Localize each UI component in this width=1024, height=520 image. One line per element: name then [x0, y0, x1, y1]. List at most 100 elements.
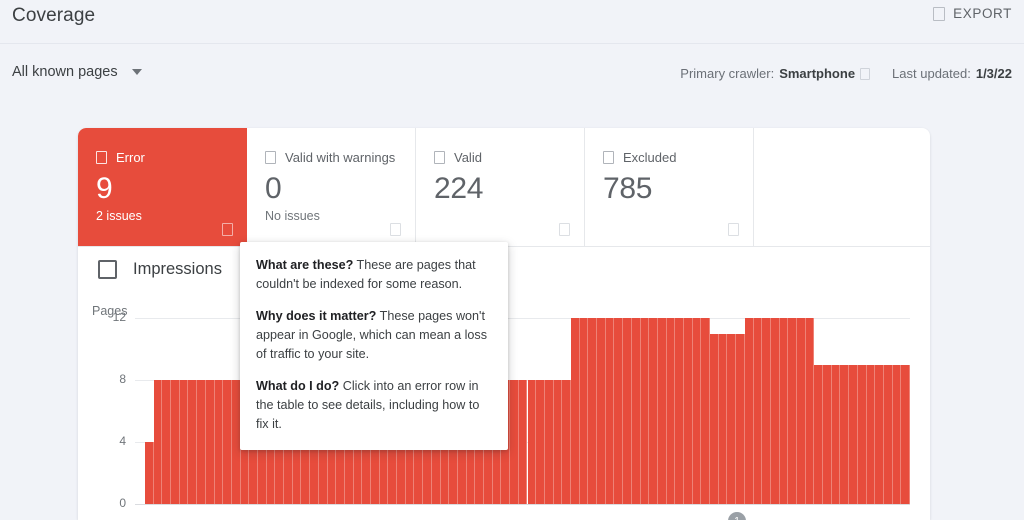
bar[interactable]: [710, 334, 719, 505]
chart-header: Impressions: [98, 260, 222, 279]
bar[interactable]: [858, 365, 867, 505]
report-meta: Primary crawler: Smartphone Last updated…: [680, 66, 1012, 81]
coverage-report-page: Coverage EXPORT All known pages Primary …: [0, 0, 1024, 520]
bar[interactable]: [840, 365, 849, 505]
status-card-corner-icon: [728, 223, 739, 236]
primary-crawler-label: Primary crawler:: [680, 66, 774, 81]
status-card-sub: No issues: [265, 209, 415, 223]
bar[interactable]: [510, 380, 519, 504]
bar[interactable]: [754, 318, 763, 504]
bar[interactable]: [823, 365, 832, 505]
bar[interactable]: [528, 380, 537, 504]
bar[interactable]: [562, 380, 571, 504]
annotation-badge[interactable]: 1: [728, 512, 746, 520]
primary-crawler: Primary crawler: Smartphone: [680, 66, 870, 81]
bar[interactable]: [649, 318, 658, 504]
bar[interactable]: [736, 334, 745, 505]
bar[interactable]: [519, 380, 528, 504]
y-tick-label: 0: [98, 496, 126, 510]
status-card-head: Valid: [434, 150, 584, 165]
chart-title: Impressions: [133, 260, 222, 279]
bar[interactable]: [545, 380, 554, 504]
tooltip-question: What are these?: [256, 258, 353, 272]
page-header: Coverage EXPORT: [0, 0, 1024, 44]
bar[interactable]: [771, 318, 780, 504]
bar[interactable]: [188, 380, 197, 504]
bar[interactable]: [580, 318, 589, 504]
bar[interactable]: [215, 380, 224, 504]
bar[interactable]: [867, 365, 876, 505]
bar[interactable]: [832, 365, 841, 505]
bar[interactable]: [658, 318, 667, 504]
primary-crawler-value: Smartphone: [779, 66, 855, 81]
tooltip-paragraph: Why does it matter? These pages won't ap…: [256, 307, 492, 364]
export-button[interactable]: EXPORT: [933, 6, 1012, 21]
y-tick-label: 4: [98, 434, 126, 448]
filter-bar: All known pages Primary crawler: Smartph…: [0, 44, 1024, 106]
y-tick-label: 8: [98, 372, 126, 386]
info-icon[interactable]: [860, 68, 870, 80]
bar[interactable]: [597, 318, 606, 504]
status-card-head: Error: [96, 150, 247, 165]
status-card-head: Excluded: [603, 150, 753, 165]
status-card-corner-icon: [222, 223, 233, 236]
status-card-label: Valid: [454, 150, 482, 165]
bar[interactable]: [701, 318, 710, 504]
status-card-error[interactable]: Error92 issues: [78, 128, 247, 246]
bar[interactable]: [641, 318, 650, 504]
bar[interactable]: [693, 318, 702, 504]
bar[interactable]: [684, 318, 693, 504]
check-icon: [434, 151, 445, 164]
export-icon: [933, 7, 945, 21]
tooltip-question: What do I do?: [256, 379, 339, 393]
bar[interactable]: [780, 318, 789, 504]
bar[interactable]: [901, 365, 910, 505]
bar[interactable]: [588, 318, 597, 504]
pages-filter-dropdown[interactable]: All known pages: [12, 64, 142, 80]
bar[interactable]: [875, 365, 884, 505]
status-card-row: Error92 issuesValid with warnings0No iss…: [78, 128, 755, 246]
bar[interactable]: [614, 318, 623, 504]
tooltip-paragraph: What are these? These are pages that cou…: [256, 256, 492, 294]
bar[interactable]: [719, 334, 728, 505]
excluded-icon: [603, 151, 614, 164]
bar[interactable]: [154, 380, 163, 504]
bar[interactable]: [814, 365, 823, 505]
bar[interactable]: [893, 365, 902, 505]
bar[interactable]: [145, 442, 154, 504]
bar[interactable]: [206, 380, 215, 504]
bar[interactable]: [849, 365, 858, 505]
checkbox-unchecked-icon[interactable]: [98, 260, 117, 279]
status-card-label: Valid with warnings: [285, 150, 395, 165]
bar[interactable]: [197, 380, 206, 504]
bar[interactable]: [797, 318, 806, 504]
tooltip-question: Why does it matter?: [256, 309, 376, 323]
bar[interactable]: [554, 380, 563, 504]
bar[interactable]: [727, 334, 736, 505]
warning-icon: [265, 151, 276, 164]
bar[interactable]: [788, 318, 797, 504]
bar[interactable]: [675, 318, 684, 504]
bar[interactable]: [162, 380, 171, 504]
bar[interactable]: [806, 318, 815, 504]
bar[interactable]: [180, 380, 189, 504]
bar[interactable]: [632, 318, 641, 504]
status-card-valid[interactable]: Valid224: [416, 128, 585, 246]
bar[interactable]: [171, 380, 180, 504]
status-card-sub: 2 issues: [96, 209, 247, 223]
export-button-label: EXPORT: [953, 6, 1012, 21]
tooltip-paragraph: What do I do? Click into an error row in…: [256, 377, 492, 434]
bar[interactable]: [571, 318, 580, 504]
status-card-excluded[interactable]: Excluded 785: [585, 128, 754, 246]
bar[interactable]: [536, 380, 545, 504]
status-card-label: Error: [116, 150, 145, 165]
status-card-valid-with-warnings[interactable]: Valid with warnings0No issues: [247, 128, 416, 246]
bar[interactable]: [762, 318, 771, 504]
bar[interactable]: [667, 318, 676, 504]
status-card-value: 785: [603, 171, 753, 207]
bar[interactable]: [884, 365, 893, 505]
bar[interactable]: [745, 318, 754, 504]
bar[interactable]: [606, 318, 615, 504]
bar[interactable]: [623, 318, 632, 504]
bar[interactable]: [223, 380, 232, 504]
